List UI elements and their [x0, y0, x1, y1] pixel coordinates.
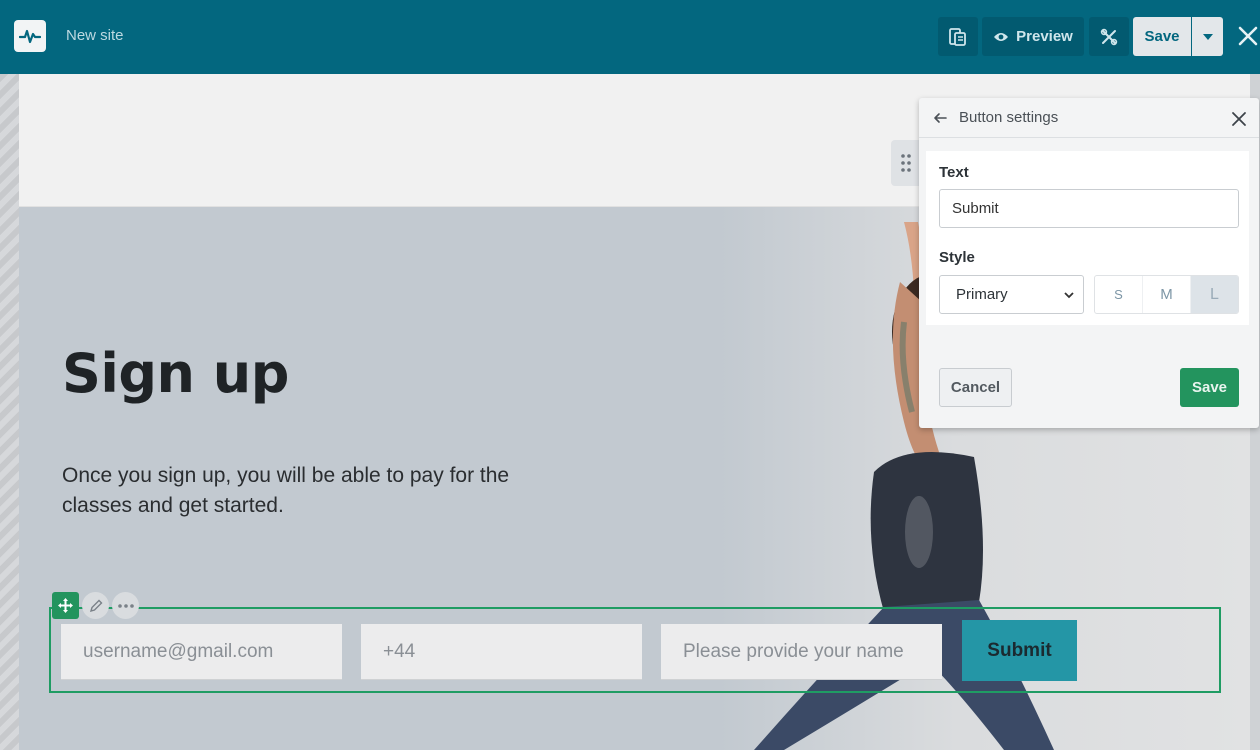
pencil-icon — [89, 599, 102, 612]
text-label: Text — [939, 164, 969, 181]
tools-icon — [1100, 28, 1118, 45]
close-icon[interactable] — [1230, 110, 1248, 128]
email-field[interactable]: username@gmail.com — [61, 624, 342, 680]
preview-button[interactable]: Preview — [982, 17, 1084, 56]
move-block-button[interactable] — [52, 592, 79, 619]
page-title: Sign up — [62, 342, 289, 405]
more-options-button[interactable] — [112, 592, 139, 619]
button-settings-panel: Button settings Text Submit Style Primar… — [919, 98, 1259, 428]
section-drag-handle[interactable] — [891, 140, 921, 186]
settings-form: Text Submit Style Primary S M L — [926, 151, 1249, 325]
close-icon — [1238, 26, 1258, 46]
panel-header: Button settings — [919, 98, 1259, 138]
site-name: New site — [66, 27, 124, 44]
name-field[interactable]: Please provide your name — [661, 624, 942, 680]
canvas-left-strip — [0, 74, 19, 750]
block-edit-toolbar — [52, 592, 139, 620]
cancel-button[interactable]: Cancel — [939, 368, 1012, 407]
preview-label: Preview — [1016, 28, 1073, 45]
chevron-down-icon — [1064, 292, 1074, 299]
size-s-button[interactable]: S — [1095, 276, 1143, 313]
top-bar: New site Preview Save — [0, 0, 1260, 74]
save-dropdown-button[interactable] — [1192, 17, 1223, 56]
style-label: Style — [939, 249, 975, 266]
chevron-down-icon — [1202, 33, 1213, 40]
size-toggle-group: S M L — [1094, 275, 1239, 314]
close-editor-button[interactable] — [1234, 22, 1260, 50]
logo-pulse-icon[interactable] — [14, 20, 46, 52]
page-description: Once you sign up, you will be able to pa… — [62, 464, 510, 517]
button-text-input[interactable]: Submit — [939, 189, 1239, 228]
style-select-value: Primary — [956, 286, 1008, 303]
move-icon — [58, 598, 73, 613]
size-l-button[interactable]: L — [1191, 276, 1238, 313]
size-m-button[interactable]: M — [1143, 276, 1191, 313]
pages-button[interactable] — [938, 17, 978, 56]
drag-handle-icon — [901, 154, 911, 172]
save-button-group: Save — [1133, 17, 1223, 56]
save-button[interactable]: Save — [1180, 368, 1239, 407]
panel-title: Button settings — [959, 109, 1059, 126]
tools-button[interactable] — [1089, 17, 1129, 56]
pages-icon — [949, 27, 966, 46]
edit-block-button[interactable] — [82, 592, 109, 619]
eye-icon — [994, 32, 1009, 41]
topbar-save-button[interactable]: Save — [1133, 17, 1191, 56]
phone-field[interactable]: +44 — [361, 624, 642, 680]
back-arrow-icon[interactable] — [931, 109, 949, 127]
style-select[interactable]: Primary — [939, 275, 1084, 314]
more-icon — [117, 603, 134, 608]
submit-button[interactable]: Submit — [962, 620, 1077, 681]
